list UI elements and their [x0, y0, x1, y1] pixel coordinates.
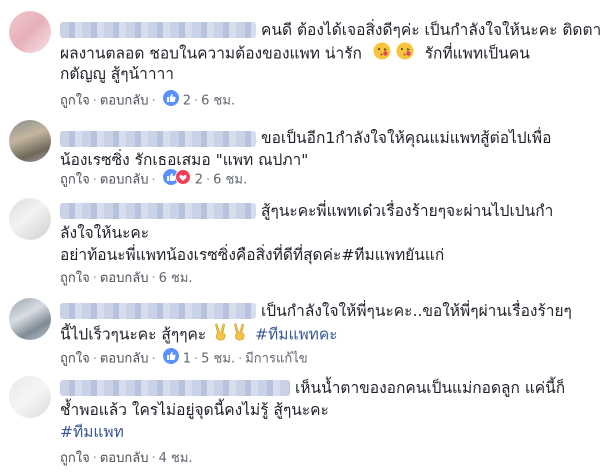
comment-actions: ถูกใจ · ตอบกลับ · 1 · 5 ชม. · มีการแก้ไข — [60, 348, 308, 367]
comment: เห็นน้ำตาของอกคนเป็นแม่กอดลูก แค่นี้ก็ ช… — [0, 370, 600, 476]
comment-actions: ถูกใจ · ตอบกลับ · 2 · 6 ชม. — [60, 169, 247, 188]
comment-actions: ถูกใจ · ตอบกลับ · 2 · 6 ชม. — [60, 90, 235, 109]
comment-time[interactable]: 4 ชม. — [159, 451, 193, 466]
kiss-emoji-icon — [396, 42, 414, 66]
commenter-name-redacted[interactable] — [60, 22, 256, 38]
comment-text: คนดี ต้องได้เจอสิ่งดีๆค่ะ เป็นกำลังใจให้… — [261, 21, 600, 39]
comment-time[interactable]: 6 ชม. — [213, 173, 247, 188]
like-link[interactable]: ถูกใจ — [60, 271, 90, 286]
comment-time[interactable]: 6 ชม. — [201, 94, 235, 109]
reply-link[interactable]: ตอบกลับ — [100, 94, 149, 109]
like-link[interactable]: ถูกใจ — [60, 352, 90, 367]
like-link[interactable]: ถูกใจ — [60, 451, 90, 466]
hashtag-link[interactable]: #ทีมแพทคะ — [255, 326, 338, 344]
hashtag-link[interactable]: #ทีมแพท — [60, 422, 124, 443]
kiss-emoji-icon — [373, 42, 391, 66]
reply-link[interactable]: ตอบกลับ — [100, 271, 149, 286]
comment-text: เห็นน้ำตาของอกคนเป็นแม่กอดลูก แค่นี้ก็ — [295, 379, 566, 397]
edited-label[interactable]: มีการแก้ไข — [245, 352, 307, 367]
reply-link[interactable]: ตอบกลับ — [100, 352, 149, 367]
comment-text: สู้ๆนะคะพี่แพทเด๋วเรื่องร้ายๆจะผ่านไปเปน… — [261, 202, 554, 220]
like-link[interactable]: ถูกใจ — [60, 94, 90, 109]
commenter-name-redacted[interactable] — [60, 303, 256, 319]
comment-text: ช้ำพอแล้ว ใครไม่อยู่จุดนี้คงไม่รู้ สู้ๆน… — [60, 401, 329, 419]
commenter-name-redacted[interactable] — [60, 203, 256, 219]
comment-text: นี้ไปเร็วๆนะคะ สู้ๆๆคะ #ทีมแพทคะ — [60, 323, 338, 347]
comment-text: อย่าท้อนะพี่แพทน้องเรซซิ่งคือสิ่งที่ดีที… — [60, 246, 445, 264]
comment-text: ลังใจให้นะคะ — [60, 224, 150, 242]
like-link[interactable]: ถูกใจ — [60, 173, 90, 188]
comment: คนดี ต้องได้เจอสิ่งดีๆค่ะ เป็นกำลังใจให้… — [0, 0, 600, 110]
comment-text: ผลงานตลอด ชอบในความต้องของแพท น่ารัก รัก… — [60, 42, 530, 66]
comment-text: กตัญญู สู้ๆน้าาาา — [60, 65, 174, 83]
avatar[interactable] — [9, 120, 51, 162]
like-reaction-icon[interactable] — [162, 90, 179, 112]
like-reaction-icon[interactable] — [162, 348, 179, 370]
comment: เป็นกำลังใจให้พี่ๆนะคะ..ขอให้พี่ๆผ่านเรื… — [0, 290, 600, 370]
commenter-name-redacted[interactable] — [60, 131, 256, 147]
reply-link[interactable]: ตอบกลับ — [100, 173, 149, 188]
comment: สู้ๆนะคะพี่แพทเด๋วเรื่องร้ายๆจะผ่านไปเปน… — [0, 190, 600, 290]
comment-time[interactable]: 6 ชม. — [159, 271, 193, 286]
reaction-count[interactable]: 2 — [183, 94, 191, 109]
avatar[interactable] — [9, 11, 51, 53]
avatar[interactable] — [9, 198, 51, 240]
comment-actions: ถูกใจ · ตอบกลับ · 4 ชม. — [60, 451, 193, 466]
avatar[interactable] — [9, 376, 51, 418]
commenter-name-redacted[interactable] — [60, 380, 290, 396]
comment-text: น้องเรซซิ่ง รักเธอเสมอ "แพท ณปภา" — [60, 151, 309, 169]
comment-text: ขอเป็นอีก1กำลังใจให้คุณแม่แพทสู้ต่อไปเพื… — [261, 129, 552, 147]
reaction-count[interactable]: 2 — [195, 173, 203, 188]
comment: ขอเป็นอีก1กำลังใจให้คุณแม่แพทสู้ต่อไปเพื… — [0, 110, 600, 190]
avatar[interactable] — [9, 298, 51, 340]
comment-time[interactable]: 5 ชม. — [201, 352, 235, 367]
reaction-count[interactable]: 1 — [183, 352, 191, 367]
victory-hand-icon — [214, 323, 228, 347]
reply-link[interactable]: ตอบกลับ — [100, 451, 149, 466]
comment-actions: ถูกใจ · ตอบกลับ · 6 ชม. — [60, 271, 193, 286]
reaction-icons[interactable] — [162, 169, 191, 191]
comment-text: เป็นกำลังใจให้พี่ๆนะคะ..ขอให้พี่ๆผ่านเรื… — [261, 302, 572, 320]
victory-hand-icon — [233, 323, 247, 347]
